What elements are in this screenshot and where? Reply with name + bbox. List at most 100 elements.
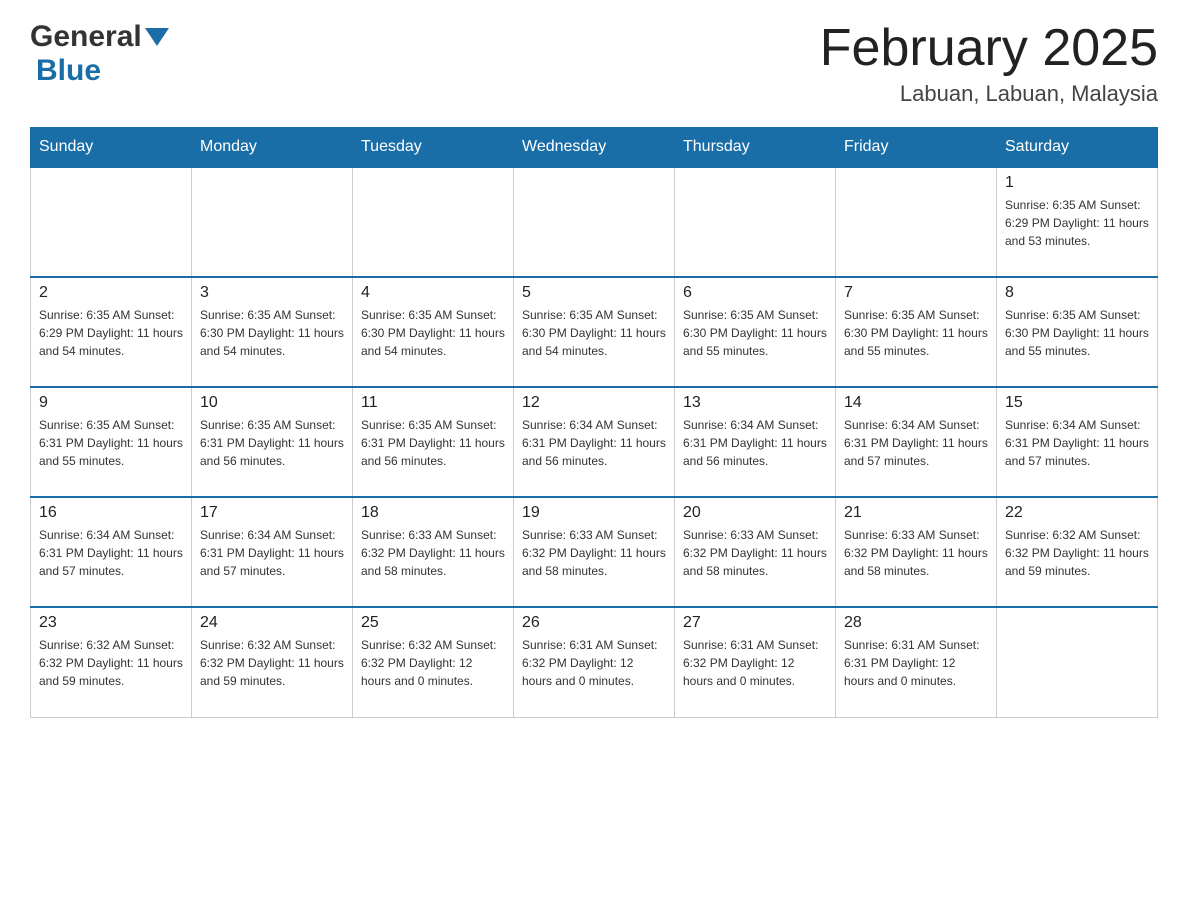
day-number: 14 [844,394,988,412]
calendar-cell: 26 Sunrise: 6:31 AM Sunset: 6:32 PM Dayli… [514,607,675,717]
day-number: 9 [39,394,183,412]
calendar-cell: 27Sunrise: 6:31 AM Sunset: 6:32 PM Dayli… [675,607,836,717]
calendar-cell: 21 Sunrise: 6:33 AM Sunset: 6:32 PM Dayli… [836,497,997,607]
day-number: 19 [522,504,666,522]
calendar-cell: 9 Sunrise: 6:35 AM Sunset: 6:31 PM Daylig… [31,387,192,497]
day-info: Sunrise: 6:33 AM Sunset: 6:32 PM Dayligh… [844,526,988,580]
day-number: 20 [683,504,827,522]
day-info: Sunrise: 6:32 AM Sunset: 6:32 PM Dayligh… [200,636,344,690]
calendar-header-tuesday: Tuesday [353,128,514,168]
calendar-table: SundayMondayTuesdayWednesdayThursdayFrid… [30,127,1158,718]
location-subtitle: Labuan, Labuan, Malaysia [820,81,1158,107]
calendar-cell: 11 Sunrise: 6:35 AM Sunset: 6:31 PM Dayli… [353,387,514,497]
month-title: February 2025 [820,20,1158,77]
day-info: Sunrise: 6:35 AM Sunset: 6:30 PM Dayligh… [200,306,344,360]
calendar-cell [192,167,353,277]
calendar-cell: 7 Sunrise: 6:35 AM Sunset: 6:30 PM Daylig… [836,277,997,387]
day-info: Sunrise: 6:32 AM Sunset: 6:32 PM Dayligh… [361,636,505,690]
calendar-cell: 14 Sunrise: 6:34 AM Sunset: 6:31 PM Dayli… [836,387,997,497]
day-info: Sunrise: 6:35 AM Sunset: 6:31 PM Dayligh… [39,416,183,470]
day-number: 6 [683,284,827,302]
day-info: Sunrise: 6:33 AM Sunset: 6:32 PM Dayligh… [522,526,666,580]
calendar-header-row: SundayMondayTuesdayWednesdayThursdayFrid… [31,128,1158,168]
calendar-cell [353,167,514,277]
day-info: Sunrise: 6:32 AM Sunset: 6:32 PM Dayligh… [1005,526,1149,580]
day-number: 15 [1005,394,1149,412]
day-number: 3 [200,284,344,302]
day-info: Sunrise: 6:33 AM Sunset: 6:32 PM Dayligh… [361,526,505,580]
title-area: February 2025 Labuan, Labuan, Malaysia [820,20,1158,107]
calendar-header-saturday: Saturday [997,128,1158,168]
calendar-cell: 20 Sunrise: 6:33 AM Sunset: 6:32 PM Dayli… [675,497,836,607]
day-info: Sunrise: 6:34 AM Sunset: 6:31 PM Dayligh… [522,416,666,470]
day-info: Sunrise: 6:35 AM Sunset: 6:31 PM Dayligh… [361,416,505,470]
calendar-week-row: 16 Sunrise: 6:34 AM Sunset: 6:31 PM Dayli… [31,497,1158,607]
day-number: 24 [200,614,344,632]
calendar-cell: 13Sunrise: 6:34 AM Sunset: 6:31 PM Dayli… [675,387,836,497]
day-number: 21 [844,504,988,522]
calendar-cell: 24 Sunrise: 6:32 AM Sunset: 6:32 PM Dayli… [192,607,353,717]
logo-blue-text: Blue [36,54,101,88]
day-number: 28 [844,614,988,632]
day-number: 4 [361,284,505,302]
day-info: Sunrise: 6:33 AM Sunset: 6:32 PM Dayligh… [683,526,827,580]
logo: General Blue [30,20,169,88]
day-info: Sunrise: 6:32 AM Sunset: 6:32 PM Dayligh… [39,636,183,690]
calendar-cell: 1 Sunrise: 6:35 AM Sunset: 6:29 PM Daylig… [997,167,1158,277]
calendar-week-row: 1 Sunrise: 6:35 AM Sunset: 6:29 PM Daylig… [31,167,1158,277]
day-number: 1 [1005,174,1149,192]
day-number: 25 [361,614,505,632]
day-info: Sunrise: 6:35 AM Sunset: 6:29 PM Dayligh… [1005,196,1149,250]
day-number: 16 [39,504,183,522]
day-number: 5 [522,284,666,302]
day-number: 10 [200,394,344,412]
day-info: Sunrise: 6:35 AM Sunset: 6:30 PM Dayligh… [683,306,827,360]
calendar-week-row: 2Sunrise: 6:35 AM Sunset: 6:29 PM Daylig… [31,277,1158,387]
calendar-cell [675,167,836,277]
day-number: 7 [844,284,988,302]
day-info: Sunrise: 6:34 AM Sunset: 6:31 PM Dayligh… [683,416,827,470]
calendar-header-thursday: Thursday [675,128,836,168]
day-info: Sunrise: 6:31 AM Sunset: 6:32 PM Dayligh… [683,636,827,690]
day-info: Sunrise: 6:34 AM Sunset: 6:31 PM Dayligh… [39,526,183,580]
calendar-week-row: 23Sunrise: 6:32 AM Sunset: 6:32 PM Dayli… [31,607,1158,717]
day-info: Sunrise: 6:35 AM Sunset: 6:29 PM Dayligh… [39,306,183,360]
day-number: 8 [1005,284,1149,302]
calendar-cell: 28 Sunrise: 6:31 AM Sunset: 6:31 PM Dayli… [836,607,997,717]
calendar-header-sunday: Sunday [31,128,192,168]
calendar-cell: 18 Sunrise: 6:33 AM Sunset: 6:32 PM Dayli… [353,497,514,607]
calendar-cell: 4 Sunrise: 6:35 AM Sunset: 6:30 PM Daylig… [353,277,514,387]
day-info: Sunrise: 6:35 AM Sunset: 6:30 PM Dayligh… [844,306,988,360]
day-info: Sunrise: 6:34 AM Sunset: 6:31 PM Dayligh… [200,526,344,580]
calendar-cell: 22Sunrise: 6:32 AM Sunset: 6:32 PM Dayli… [997,497,1158,607]
day-info: Sunrise: 6:31 AM Sunset: 6:31 PM Dayligh… [844,636,988,690]
day-number: 18 [361,504,505,522]
calendar-cell [997,607,1158,717]
calendar-header-friday: Friday [836,128,997,168]
calendar-cell: 23Sunrise: 6:32 AM Sunset: 6:32 PM Dayli… [31,607,192,717]
calendar-week-row: 9 Sunrise: 6:35 AM Sunset: 6:31 PM Daylig… [31,387,1158,497]
logo-general-text: General [30,20,142,54]
day-info: Sunrise: 6:35 AM Sunset: 6:30 PM Dayligh… [361,306,505,360]
day-info: Sunrise: 6:35 AM Sunset: 6:30 PM Dayligh… [1005,306,1149,360]
calendar-cell [836,167,997,277]
calendar-cell [514,167,675,277]
day-number: 26 [522,614,666,632]
day-info: Sunrise: 6:35 AM Sunset: 6:31 PM Dayligh… [200,416,344,470]
calendar-cell: 8 Sunrise: 6:35 AM Sunset: 6:30 PM Daylig… [997,277,1158,387]
day-info: Sunrise: 6:34 AM Sunset: 6:31 PM Dayligh… [844,416,988,470]
day-number: 12 [522,394,666,412]
calendar-cell: 5 Sunrise: 6:35 AM Sunset: 6:30 PM Daylig… [514,277,675,387]
calendar-cell: 6 Sunrise: 6:35 AM Sunset: 6:30 PM Daylig… [675,277,836,387]
calendar-header-monday: Monday [192,128,353,168]
calendar-cell [31,167,192,277]
day-info: Sunrise: 6:34 AM Sunset: 6:31 PM Dayligh… [1005,416,1149,470]
day-number: 11 [361,394,505,412]
calendar-cell: 17Sunrise: 6:34 AM Sunset: 6:31 PM Dayli… [192,497,353,607]
calendar-cell: 16 Sunrise: 6:34 AM Sunset: 6:31 PM Dayli… [31,497,192,607]
calendar-cell: 10 Sunrise: 6:35 AM Sunset: 6:31 PM Dayli… [192,387,353,497]
day-info: Sunrise: 6:31 AM Sunset: 6:32 PM Dayligh… [522,636,666,690]
logo-triangle-icon [145,28,169,46]
calendar-cell: 19 Sunrise: 6:33 AM Sunset: 6:32 PM Dayli… [514,497,675,607]
day-info: Sunrise: 6:35 AM Sunset: 6:30 PM Dayligh… [522,306,666,360]
